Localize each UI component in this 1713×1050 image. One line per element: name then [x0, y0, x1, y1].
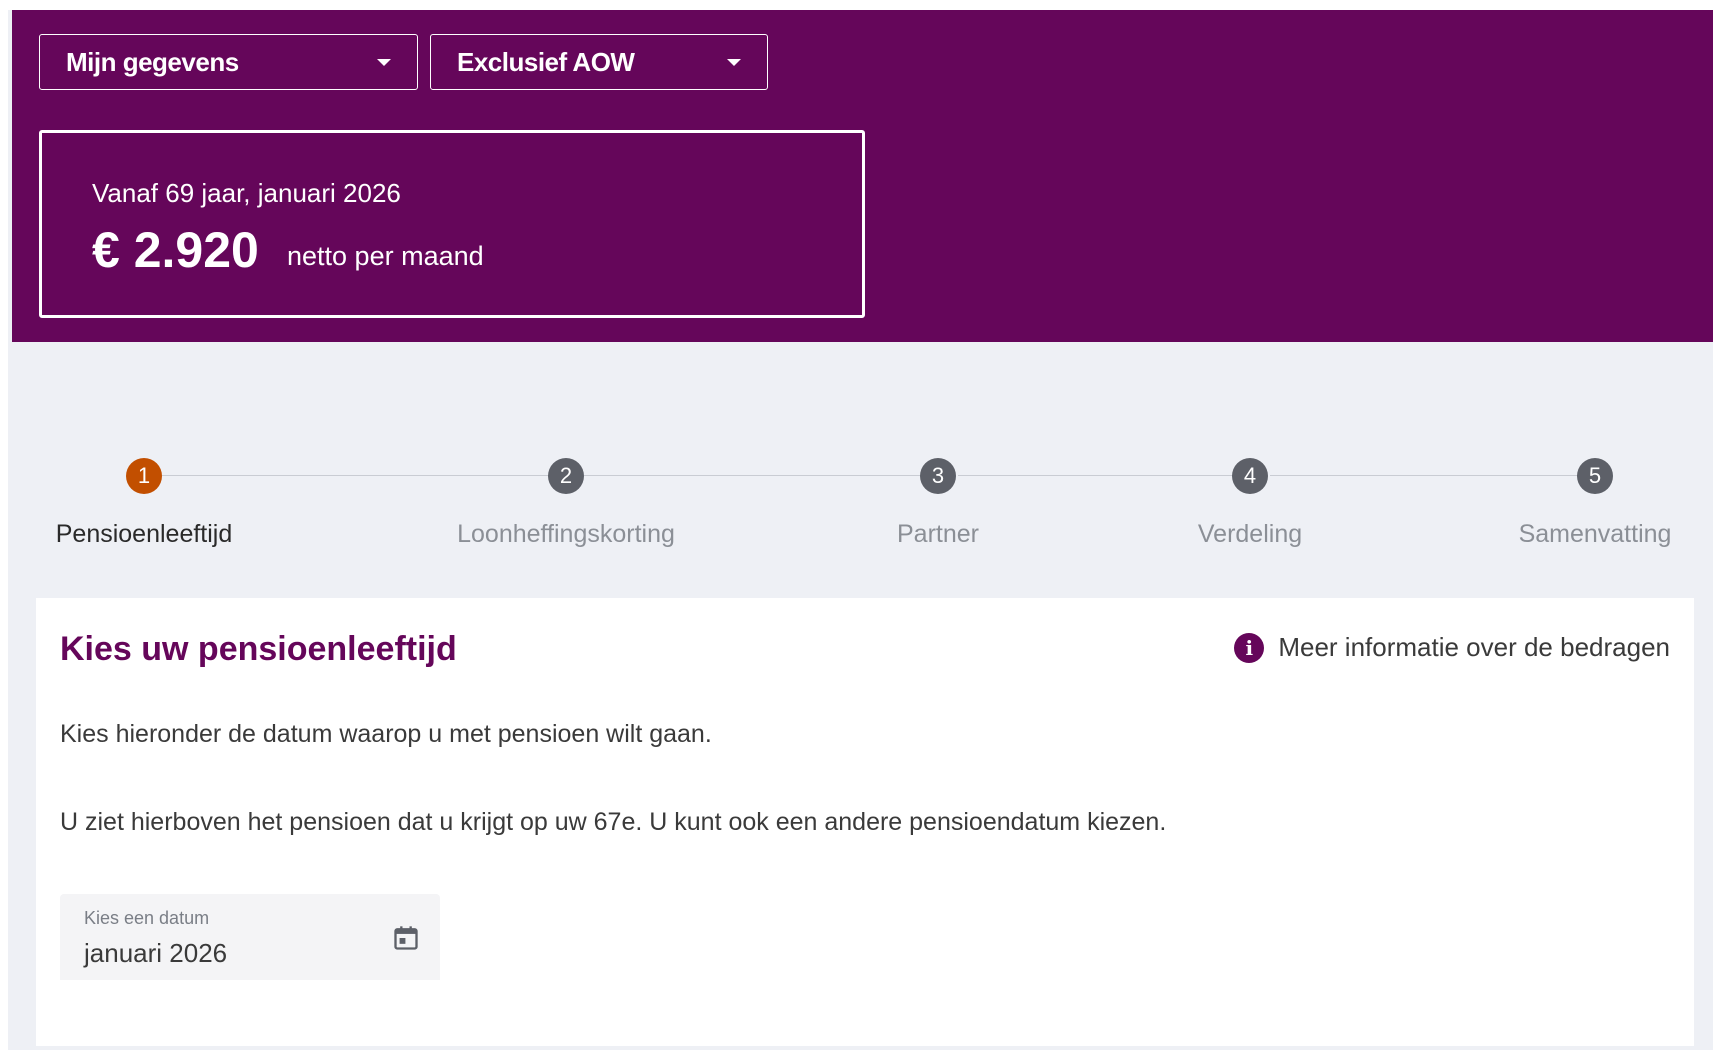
explanation-text: U ziet hierboven het pensioen dat u krij… — [60, 808, 1167, 836]
step-4-label[interactable]: Verdeling — [1198, 520, 1302, 549]
aow-dropdown-label: Exclusief AOW — [457, 46, 635, 77]
page: Mijn gegevens Exclusief AOW Vanaf 69 jaa… — [0, 0, 1713, 1050]
date-field-label: Kies een datum — [84, 908, 210, 928]
step-1-label[interactable]: Pensioenleeftijd — [56, 520, 233, 549]
step-connector — [1270, 475, 1594, 476]
step-5-circle[interactable]: 5 — [1577, 458, 1613, 494]
step-2-label[interactable]: Loonheffingskorting — [457, 520, 675, 549]
step-4-circle[interactable]: 4 — [1232, 458, 1268, 494]
step-2-circle[interactable]: 2 — [548, 458, 584, 494]
info-icon: i — [1234, 632, 1265, 663]
info-link[interactable]: i Meer informatie over de bedragen — [1234, 632, 1670, 663]
gegevens-dropdown-label: Mijn gegevens — [66, 46, 239, 77]
summary-subtitle: Vanaf 69 jaar, januari 2026 — [92, 178, 401, 208]
header-banner: Mijn gegevens Exclusief AOW Vanaf 69 jaa… — [12, 10, 1713, 342]
chevron-down-icon — [727, 59, 741, 66]
calendar-icon[interactable] — [392, 924, 420, 952]
gegevens-dropdown[interactable]: Mijn gegevens — [39, 34, 418, 90]
info-link-text: Meer informatie over de bedragen — [1278, 632, 1670, 662]
step-1-circle[interactable]: 1 — [126, 458, 162, 494]
summary-amount: € 2.920 — [92, 222, 259, 278]
summary-unit: netto per maand — [287, 241, 484, 271]
step-connector — [584, 475, 920, 476]
step-5-label[interactable]: Samenvatting — [1519, 520, 1672, 549]
date-picker-field[interactable]: Kies een datum januari 2026 — [60, 894, 440, 980]
date-field-value: januari 2026 — [84, 938, 228, 968]
chevron-down-icon — [377, 59, 391, 66]
step-connector — [958, 475, 1250, 476]
step-connector — [162, 475, 556, 476]
instruction-text: Kies hieronder de datum waarop u met pen… — [60, 720, 712, 748]
aow-dropdown[interactable]: Exclusief AOW — [430, 34, 768, 90]
pension-summary-box: Vanaf 69 jaar, januari 2026 € 2.920 nett… — [39, 130, 865, 318]
content-card: Kies uw pensioenleeftijd i Meer informat… — [36, 598, 1694, 1046]
page-title: Kies uw pensioenleeftijd — [60, 630, 457, 668]
step-3-label[interactable]: Partner — [897, 520, 979, 549]
stepper: 1 2 3 4 5 Pensioenleeftijd Loonheffingsk… — [0, 440, 1713, 550]
step-3-circle[interactable]: 3 — [920, 458, 956, 494]
